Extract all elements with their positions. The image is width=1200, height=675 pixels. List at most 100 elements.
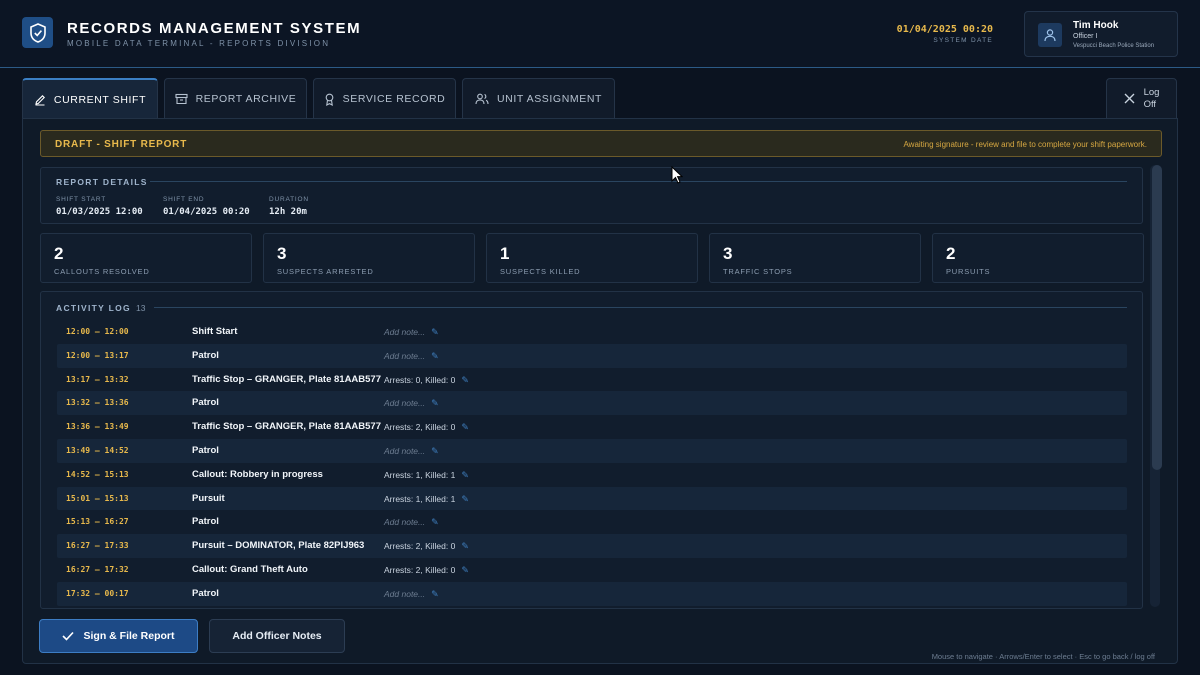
stat-label: CALLOUTS RESOLVED xyxy=(54,267,150,276)
log-row[interactable]: 17:32 – 00:17 Patrol Add note... ✎ xyxy=(57,581,1127,606)
log-off-label: Log Off xyxy=(1144,87,1160,110)
log-row[interactable]: 15:01 – 15:13 Pursuit Arrests: 1, Killed: … xyxy=(57,486,1127,511)
log-row[interactable]: 15:13 – 16:27 Patrol Add note... ✎ xyxy=(57,510,1127,534)
log-activity: Callout: Grand Theft Auto xyxy=(192,563,308,575)
draft-message: Awaiting signature - review and file to … xyxy=(903,140,1147,149)
log-row[interactable]: 13:17 – 13:32 Traffic Stop – GRANGER, Pla… xyxy=(57,368,1127,392)
log-row[interactable]: 13:36 – 13:49 Traffic Stop – GRANGER, Pla… xyxy=(57,415,1127,439)
tab-service-record[interactable]: SERVICE RECORD xyxy=(313,78,456,119)
scrollbar-thumb[interactable] xyxy=(1152,165,1162,470)
pencil-icon xyxy=(35,94,45,105)
log-row[interactable]: 14:52 – 15:13 Callout: Robbery in progres… xyxy=(57,463,1127,487)
app-header: RECORDS MANAGEMENT SYSTEM MOBILE DATA TE… xyxy=(0,0,1200,68)
duration-value: 12h 20m xyxy=(269,207,307,217)
divider xyxy=(150,181,1127,182)
log-time: 13:17 – 13:32 xyxy=(66,374,129,384)
edit-pencil-icon[interactable]: ✎ xyxy=(431,517,439,527)
sign-file-report-button[interactable]: Sign & File Report xyxy=(39,619,198,653)
log-note-text: Add note... xyxy=(384,398,426,409)
user-card: Tim Hook Officer I Vespucci Beach Police… xyxy=(1024,11,1178,57)
log-activity: Patrol xyxy=(192,587,219,599)
log-note-text: Add note... xyxy=(384,588,426,599)
draft-banner: DRAFT - SHIFT REPORT Awaiting signature … xyxy=(40,130,1162,157)
stat-callouts-resolved: 2 CALLOUTS RESOLVED xyxy=(40,233,252,283)
log-row[interactable]: 13:49 – 14:52 Patrol Add note... ✎ xyxy=(57,438,1127,463)
log-row[interactable]: 12:00 – 13:17 Patrol Add note... ✎ xyxy=(57,343,1127,368)
log-note-field[interactable]: Arrests: 2, Killed: 0 ✎ xyxy=(384,565,469,576)
log-note-field[interactable]: Add note... ✎ xyxy=(384,351,439,362)
log-time: 16:27 – 17:33 xyxy=(66,541,129,551)
report-details-card: REPORT DETAILS SHIFT START 01/03/2025 12… xyxy=(40,167,1143,224)
keyboard-hint: Mouse to navigate · Arrows/Enter to sele… xyxy=(931,652,1155,661)
log-note-text: Arrests: 2, Killed: 0 xyxy=(384,564,456,575)
log-note-field[interactable]: Arrests: 0, Killed: 0 ✎ xyxy=(384,375,469,386)
edit-pencil-icon[interactable]: ✎ xyxy=(461,422,469,432)
add-officer-notes-label: Add Officer Notes xyxy=(232,630,322,642)
edit-pencil-icon[interactable]: ✎ xyxy=(461,470,469,480)
tab-label: REPORT ARCHIVE xyxy=(195,93,297,105)
app-subtitle: MOBILE DATA TERMINAL - REPORTS DIVISION xyxy=(67,39,331,48)
log-note-field[interactable]: Add note... ✎ xyxy=(384,589,439,600)
duration-detail: DURATION 12h 20m xyxy=(269,196,309,217)
stat-traffic-stops: 3 TRAFFIC STOPS xyxy=(709,233,921,283)
system-date-value: 01/04/2025 00:20 xyxy=(896,24,993,35)
tab-current-shift[interactable]: CURRENT SHIFT xyxy=(22,78,158,119)
add-officer-notes-button[interactable]: Add Officer Notes xyxy=(209,619,345,653)
log-note-text: Arrests: 2, Killed: 0 xyxy=(384,422,456,433)
log-note-text: Add note... xyxy=(384,517,426,528)
log-note-field[interactable]: Add note... ✎ xyxy=(384,398,439,409)
stat-label: SUSPECTS KILLED xyxy=(500,267,581,276)
log-activity: Traffic Stop – GRANGER, Plate 81AAB577 xyxy=(192,373,381,385)
log-note-field[interactable]: Arrests: 1, Killed: 1 ✎ xyxy=(384,494,469,505)
edit-pencil-icon[interactable]: ✎ xyxy=(431,589,439,599)
activity-log-list: 12:00 – 12:00 Shift Start Add note... ✎ 12:0… xyxy=(57,320,1127,606)
system-date: 01/04/2025 00:20 SYSTEM DATE xyxy=(897,24,993,44)
activity-log-count: 13 xyxy=(136,303,146,313)
log-row[interactable]: 16:27 – 17:32 Callout: Grand Theft Auto Ar… xyxy=(57,558,1127,582)
current-shift-panel: DRAFT - SHIFT REPORT Awaiting signature … xyxy=(22,118,1178,664)
log-row[interactable]: 13:32 – 13:36 Patrol Add note... ✎ xyxy=(57,391,1127,416)
tab-label: UNIT ASSIGNMENT xyxy=(496,93,603,105)
edit-pencil-icon[interactable]: ✎ xyxy=(461,494,469,504)
edit-pencil-icon[interactable]: ✎ xyxy=(431,446,439,456)
edit-pencil-icon[interactable]: ✎ xyxy=(431,327,439,337)
log-note-field[interactable]: Arrests: 2, Killed: 0 ✎ xyxy=(384,422,469,433)
shift-start-label: SHIFT START xyxy=(56,196,106,203)
log-time: 16:27 – 17:32 xyxy=(66,564,129,574)
archive-box-icon xyxy=(175,93,188,105)
edit-pencil-icon[interactable]: ✎ xyxy=(461,565,469,575)
edit-pencil-icon[interactable]: ✎ xyxy=(461,541,469,551)
log-off-button[interactable]: Log Off xyxy=(1106,78,1177,119)
edit-pencil-icon[interactable]: ✎ xyxy=(431,398,439,408)
log-note-field[interactable]: Add note... ✎ xyxy=(384,327,439,338)
edit-pencil-icon[interactable]: ✎ xyxy=(461,375,469,385)
activity-log-title: ACTIVITY LOG xyxy=(56,303,131,313)
user-rank: Officer I xyxy=(1073,33,1098,40)
app-title: RECORDS MANAGEMENT SYSTEM xyxy=(67,20,362,37)
log-note-text: Add note... xyxy=(384,327,426,337)
log-note-field[interactable]: Arrests: 1, Killed: 1 ✎ xyxy=(384,470,469,481)
user-name: Tim Hook xyxy=(1073,20,1119,31)
stat-value: 2 xyxy=(946,244,956,263)
log-row[interactable]: 12:00 – 12:00 Shift Start Add note... ✎ xyxy=(57,320,1127,344)
log-row[interactable]: 16:27 – 17:33 Pursuit – DOMINATOR, Plate … xyxy=(57,534,1127,558)
log-activity: Patrol xyxy=(192,397,219,409)
stat-pursuits: 2 PURSUITS xyxy=(932,233,1144,283)
checkmark-icon xyxy=(62,631,75,641)
log-time: 13:36 – 13:49 xyxy=(66,422,129,432)
log-note-field[interactable]: Add note... ✎ xyxy=(384,517,439,528)
shift-start-detail: SHIFT START 01/03/2025 12:00 xyxy=(56,196,143,217)
stat-label: SUSPECTS ARRESTED xyxy=(277,267,374,276)
tab-report-archive[interactable]: REPORT ARCHIVE xyxy=(164,78,307,119)
edit-pencil-icon[interactable]: ✎ xyxy=(431,351,439,361)
log-note-text: Add note... xyxy=(384,350,426,361)
stat-value: 3 xyxy=(277,244,287,263)
mouse-cursor-icon xyxy=(671,166,683,184)
log-note-field[interactable]: Add note... ✎ xyxy=(384,446,439,457)
tab-label: SERVICE RECORD xyxy=(342,93,446,105)
log-note-field[interactable]: Arrests: 2, Killed: 0 ✎ xyxy=(384,541,469,552)
log-time: 14:52 – 15:13 xyxy=(66,469,129,479)
tab-unit-assignment[interactable]: UNIT ASSIGNMENT xyxy=(462,78,615,119)
users-icon xyxy=(475,93,489,105)
log-activity: Patrol xyxy=(192,516,219,528)
